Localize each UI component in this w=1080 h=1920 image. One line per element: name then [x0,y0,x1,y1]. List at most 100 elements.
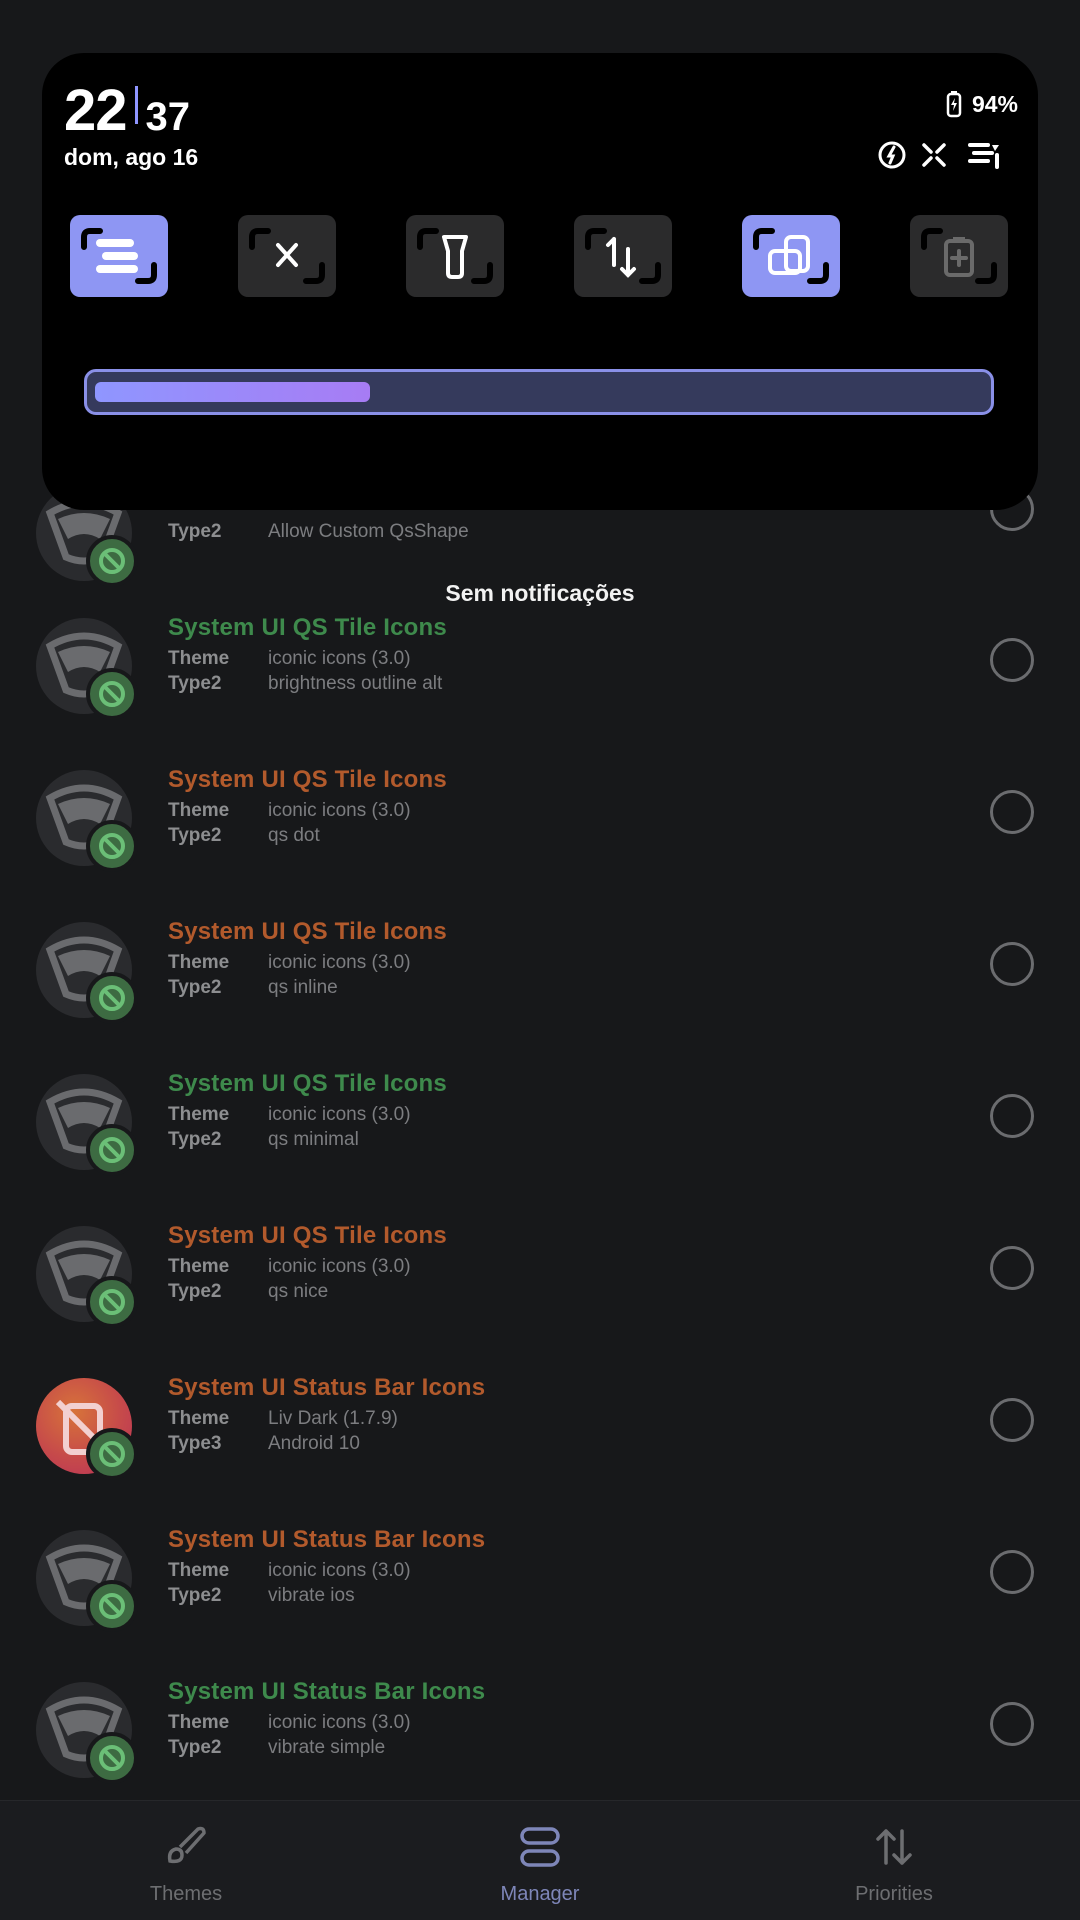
list-item[interactable]: System UI Status Bar Icons Theme Liv Dark … [0,1368,1080,1520]
tile-battery-saver[interactable] [910,215,1008,297]
type-value: qs dot [268,825,320,846]
select-radio[interactable] [990,790,1034,834]
select-radio[interactable] [990,1702,1034,1746]
theme-label: Theme [168,952,230,973]
theme-label: Theme [168,1104,230,1125]
clock[interactable]: 22 37 [64,77,191,143]
item-title: System UI Status Bar Icons [168,1526,486,1553]
nav-themes-label: Themes [149,1883,223,1905]
app-avatar [36,1226,138,1328]
android-badge-icon [86,1580,138,1632]
list-item[interactable]: System UI QS Tile Icons Theme iconic icons… [0,1064,1080,1216]
type-label: Type2 [168,977,222,998]
app-avatar [36,1074,138,1176]
select-radio[interactable] [990,1094,1034,1138]
app-avatar [36,618,138,720]
quick-settings-panel: 22 37 dom, ago 16 94% [42,53,1038,510]
item-title: System UI QS Tile Icons [168,918,447,945]
type-value: qs nice [268,1281,329,1302]
theme-label: Theme [168,648,230,669]
android-badge-icon [86,1732,138,1784]
item-title: System UI QS Tile Icons [168,614,447,641]
type-value: Android 10 [268,1433,360,1454]
date[interactable]: dom, ago 16 [64,144,198,171]
select-radio[interactable] [990,1550,1034,1594]
theme-value: iconic icons (3.0) [268,1256,411,1277]
app-avatar [36,1682,138,1784]
battery-icon [946,91,962,118]
android-badge-icon [86,972,138,1024]
type-value: qs inline [268,977,338,998]
select-radio[interactable] [990,1398,1034,1442]
list-item[interactable]: System UI QS Tile Icons Theme iconic icons… [0,760,1080,912]
tile-auto-rotate[interactable] [742,215,840,297]
type-value: Allow Custom QsShape [268,521,469,542]
item-title: System UI Status Bar Icons [168,1678,486,1705]
brightness-slider-fill [95,382,370,402]
item-title: System UI QS Tile Icons [168,766,447,793]
theme-value: iconic icons (3.0) [268,800,411,821]
select-radio[interactable] [990,1246,1034,1290]
type-label: Type2 [168,1737,222,1758]
nav-priorities-label: Priorities [855,1883,933,1905]
android-badge-icon [86,820,138,872]
theme-value: iconic icons (3.0) [268,1104,411,1125]
theme-label: Theme [168,1560,230,1581]
list-item[interactable]: System UI QS Tile Icons Theme iconic icons… [0,608,1080,760]
theme-value: iconic icons (3.0) [268,648,411,669]
item-title: System UI Status Bar Icons [168,1374,486,1401]
clock-minutes: 37 [145,95,191,139]
signal-bars-icon [968,143,999,169]
brightness-slider[interactable] [84,369,994,415]
rotate-icon [753,228,829,284]
select-radio[interactable] [990,942,1034,986]
theme-label: Theme [168,1712,230,1733]
select-radio[interactable] [990,638,1034,682]
theme-value: iconic icons (3.0) [268,952,411,973]
type-label: Type2 [168,1129,222,1150]
theme-label: Theme [168,800,230,821]
type-value: vibrate ios [268,1585,355,1606]
tile-mobile-data[interactable] [574,215,672,297]
screen: Type2 Allow Custom QsShape System UI QS … [0,0,1080,1920]
battery-percent: 94% [971,90,1018,117]
theme-value: iconic icons (3.0) [268,1712,411,1733]
android-badge-icon [86,1124,138,1176]
list-item[interactable]: System UI Status Bar Icons Theme iconic ic… [0,1520,1080,1672]
list-item[interactable]: System UI QS Tile Icons Theme iconic icons… [0,912,1080,1064]
theme-label: Theme [168,1408,230,1429]
tile-flashlight[interactable] [406,215,504,297]
app-avatar [36,1530,138,1632]
flashlight-icon [417,228,493,284]
sort-arrows-icon [876,1829,912,1865]
type-label: Type2 [168,1585,222,1606]
lines-icon [81,228,157,284]
type-value: vibrate simple [268,1737,386,1758]
type-label: Type2 [168,825,222,846]
app-avatar [36,770,138,872]
item-title: System UI QS Tile Icons [168,1222,447,1249]
theme-value: Liv Dark (1.7.9) [268,1408,398,1429]
item-title: System UI QS Tile Icons [168,1070,447,1097]
android-badge-icon [86,1276,138,1328]
nav-themes[interactable]: Themes [86,1801,286,1920]
type-value: qs minimal [268,1129,359,1150]
clock-separator [134,86,138,124]
clock-hours: 22 [64,78,128,143]
type-value: brightness outline alt [268,673,443,694]
tile-interruptions[interactable] [70,215,168,297]
nav-manager[interactable]: Manager [440,1801,640,1920]
tile-bluetooth[interactable] [238,215,336,297]
android-badge-icon [86,668,138,720]
sync-off-icon [922,143,946,167]
nav-priorities[interactable]: Priorities [794,1801,994,1920]
app-avatar [36,922,138,1024]
brush-icon [167,1826,206,1864]
type-label: Type3 [168,1433,222,1454]
battery-indicator[interactable]: 94% [944,89,1018,119]
list-item[interactable]: System UI QS Tile Icons Theme iconic icons… [0,1216,1080,1368]
nav-manager-label: Manager [500,1883,580,1905]
type-label: Type2 [168,1281,222,1302]
data-arrows-icon [585,228,661,284]
android-badge-icon [86,1428,138,1480]
